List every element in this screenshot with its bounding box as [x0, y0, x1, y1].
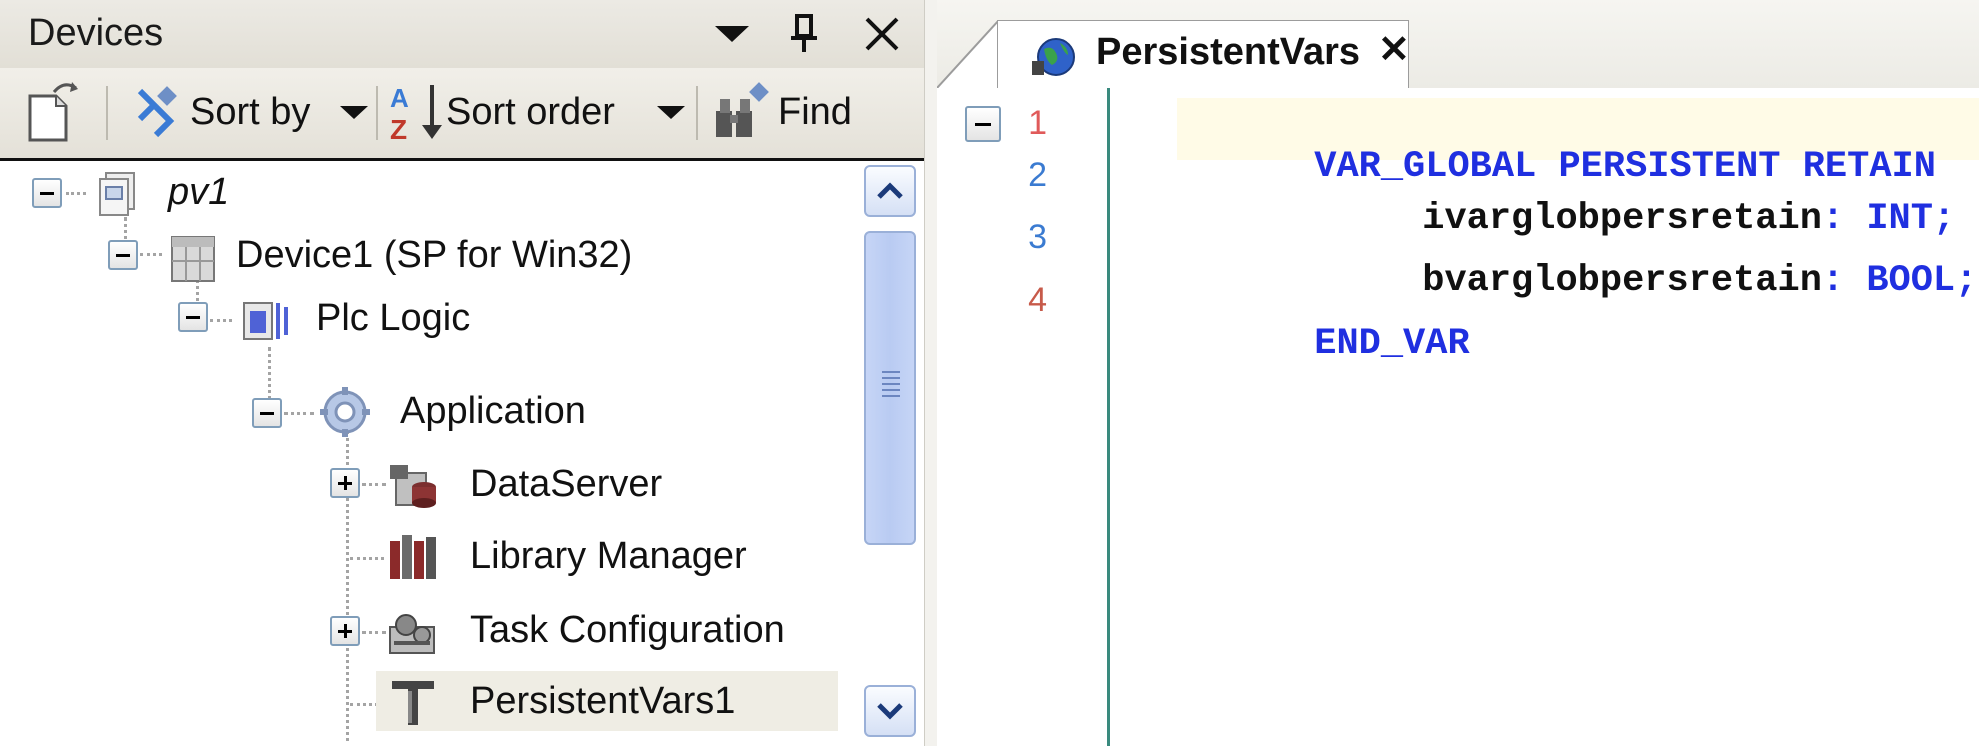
chevron-down-icon — [877, 703, 903, 720]
devices-panel: Devices Sort by A Z Sort order Find pv1 … — [0, 0, 928, 746]
editor-panel: PersistentVars ✕ 1 2 3 4 VAR_GLOBAL PERS… — [937, 0, 1979, 746]
find-label: Find — [778, 90, 852, 133]
sort-order-label: Sort order — [446, 90, 615, 133]
close-panel-icon[interactable] — [858, 10, 906, 58]
persistent-vars-icon — [392, 681, 434, 725]
application-gear-icon — [320, 387, 370, 437]
code-editor[interactable]: 1 2 3 4 VAR_GLOBAL PERSISTENT RETAIN iva… — [937, 88, 1979, 746]
tree-item-pv1[interactable]: pv1 — [168, 164, 229, 220]
collapse-application-toggle[interactable] — [252, 398, 282, 428]
devices-toolbar: Sort by A Z Sort order Find — [0, 68, 928, 161]
sort-order-dropdown-icon[interactable] — [656, 105, 685, 119]
scroll-thumb[interactable] — [864, 231, 916, 545]
tree-item-label: Device1 (SP for Win32) — [236, 233, 633, 276]
svg-text:Z: Z — [390, 114, 407, 145]
sort-by-button[interactable]: Sort by — [130, 76, 369, 148]
dataserver-icon — [390, 465, 436, 508]
gutter-separator — [1107, 88, 1110, 746]
tree-item-device1[interactable]: Device1 (SP for Win32) — [236, 227, 632, 283]
panel-splitter[interactable] — [924, 0, 938, 746]
add-device-icon — [28, 82, 78, 142]
tree-item-label: Plc Logic — [316, 296, 471, 339]
chevron-up-icon — [877, 182, 903, 199]
tab-persistentvars[interactable]: PersistentVars ✕ — [997, 20, 1410, 89]
tree-item-label: DataServer — [470, 462, 663, 505]
tree-item-label: PersistentVars1 — [470, 679, 736, 722]
scroll-down-button[interactable] — [864, 685, 916, 737]
plc-logic-icon — [243, 302, 288, 340]
add-device-button[interactable] — [24, 76, 82, 148]
line-number: 3 — [1028, 218, 1047, 256]
tab-title: PersistentVars — [1096, 31, 1361, 73]
tree-vertical-scrollbar[interactable] — [860, 161, 924, 746]
tree-item-task-configuration[interactable]: Task Configuration — [470, 602, 785, 658]
panel-menu-dropdown-icon[interactable] — [708, 10, 756, 58]
tree-item-label: Application — [400, 389, 586, 432]
device-tree: pv1 Device1 (SP for Win32) Plc Logic App… — [0, 161, 860, 746]
tree-item-plc-logic[interactable]: Plc Logic — [316, 290, 470, 346]
tree-item-persistentvars1[interactable]: PersistentVars1 — [470, 673, 735, 729]
code-keyword: END_VAR — [1314, 323, 1470, 365]
close-tab-icon[interactable]: ✕ — [1378, 27, 1410, 72]
devices-panel-title: Devices — [28, 12, 164, 54]
scroll-up-button[interactable] — [864, 165, 916, 217]
tree-item-application[interactable]: Application — [400, 383, 586, 439]
task-configuration-icon — [389, 614, 435, 654]
line-number: 4 — [1028, 281, 1047, 319]
tree-item-dataserver[interactable]: DataServer — [470, 456, 662, 512]
expand-task-configuration-toggle[interactable] — [330, 616, 360, 646]
project-icon — [99, 172, 135, 216]
sort-order-icon: A Z — [390, 83, 442, 145]
code-type: : BOOL; — [1821, 260, 1978, 302]
sort-by-label: Sort by — [190, 90, 311, 133]
code-line-4: END_VAR — [1181, 281, 1470, 407]
editor-tab-strip: PersistentVars ✕ — [937, 0, 1979, 89]
collapse-pv1-toggle[interactable] — [32, 178, 62, 208]
expand-dataserver-toggle[interactable] — [330, 468, 360, 498]
find-button[interactable]: Find — [712, 76, 852, 148]
collapse-device1-toggle[interactable] — [108, 240, 138, 270]
tab-slant-decoration — [937, 20, 999, 88]
sort-by-icon — [137, 86, 177, 138]
tree-item-library-manager[interactable]: Library Manager — [470, 528, 747, 584]
tree-item-label: pv1 — [168, 170, 230, 213]
find-icon — [716, 82, 769, 137]
device-icon — [171, 236, 215, 282]
code-identifier: bvarglobpersretain — [1422, 260, 1822, 302]
sort-by-dropdown-icon[interactable] — [340, 105, 369, 119]
svg-text:A: A — [390, 83, 409, 113]
library-manager-icon — [390, 535, 436, 579]
devices-panel-header: Devices — [0, 0, 928, 69]
tree-item-label: Task Configuration — [470, 608, 785, 651]
global-vars-icon — [1032, 38, 1075, 76]
line-number: 1 — [1028, 104, 1047, 142]
pin-icon[interactable] — [780, 10, 828, 58]
tree-item-label: Library Manager — [470, 534, 747, 577]
line-number: 2 — [1028, 156, 1047, 194]
sort-order-button[interactable]: A Z Sort order — [388, 76, 685, 148]
collapse-plc-logic-toggle[interactable] — [178, 302, 208, 332]
